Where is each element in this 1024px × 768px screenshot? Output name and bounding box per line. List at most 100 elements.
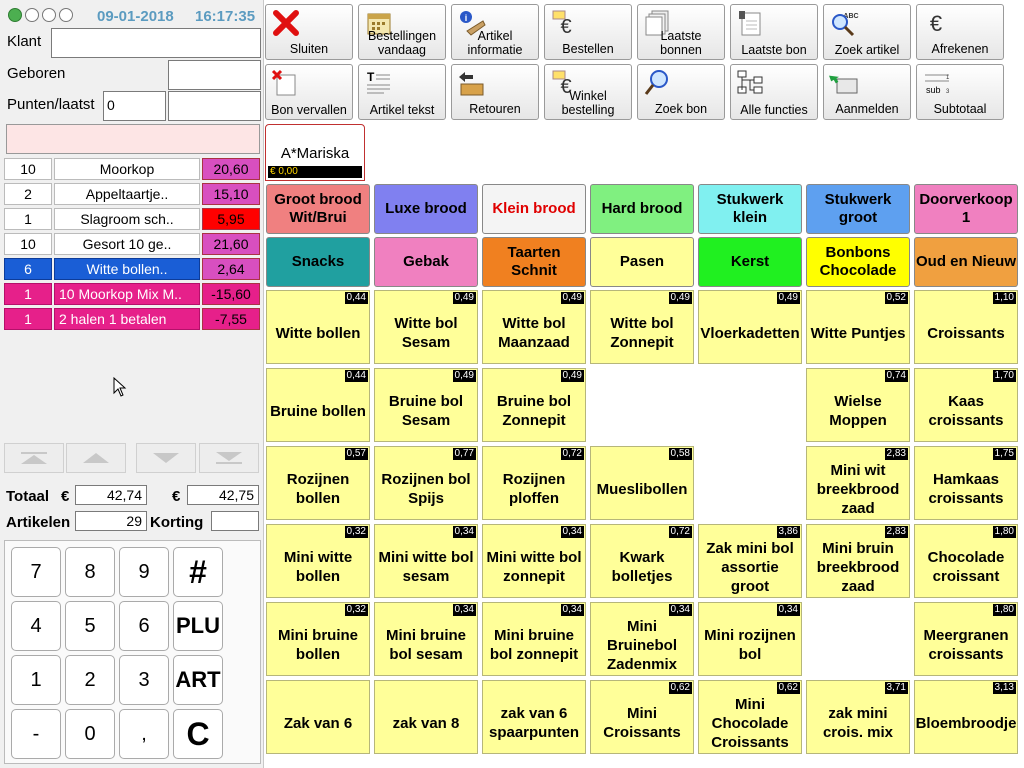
- digit-6-key[interactable]: 6: [119, 601, 169, 651]
- product-button[interactable]: 0,49 Witte bol Sesam: [374, 290, 478, 364]
- ticket-row[interactable]: 10 Moorkop 20,60: [4, 158, 260, 180]
- toolbar-afrekenen-button[interactable]: € Afrekenen: [916, 4, 1004, 60]
- art-key[interactable]: ART: [173, 655, 223, 705]
- digit-3-key[interactable]: 3: [119, 655, 169, 705]
- product-button[interactable]: Zak van 6: [266, 680, 370, 754]
- category-button[interactable]: Pasen: [590, 237, 694, 287]
- klant-field[interactable]: [51, 28, 261, 58]
- product-button[interactable]: 0,62 Mini Chocolade Croissants: [698, 680, 802, 754]
- ticket-row[interactable]: 10 Gesort 10 ge.. 21,60: [4, 233, 260, 255]
- product-button[interactable]: 1,10 Croissants: [914, 290, 1018, 364]
- toolbar-bestellen-button[interactable]: € Bestellen: [544, 4, 632, 60]
- product-button[interactable]: 0,34 Mini witte bol zonnepit: [482, 524, 586, 598]
- category-button[interactable]: Doorverkoop 1: [914, 184, 1018, 234]
- product-button[interactable]: 0,32 Mini witte bollen: [266, 524, 370, 598]
- digit-2-key[interactable]: 2: [65, 655, 115, 705]
- product-button[interactable]: 0,49 Vloerkadetten: [698, 290, 802, 364]
- minus-key[interactable]: -: [11, 709, 61, 759]
- digit-8-key[interactable]: 8: [65, 547, 115, 597]
- toolbar-artikel-informatie-button[interactable]: i Artikel informatie: [451, 4, 539, 60]
- product-button[interactable]: 2,83 Mini bruin breekbrood zaad: [806, 524, 910, 598]
- category-button[interactable]: Snacks: [266, 237, 370, 287]
- product-button[interactable]: 2,83 Mini wit breekbrood zaad: [806, 446, 910, 520]
- employee-tab[interactable]: A*Mariska € 0,00: [265, 124, 365, 181]
- comma-key[interactable]: ,: [119, 709, 169, 759]
- clear-key[interactable]: C: [173, 709, 223, 759]
- toolbar-zoek-bon-button[interactable]: Zoek bon: [637, 64, 725, 120]
- product-button[interactable]: 0,34 Mini bruine bol zonnepit: [482, 602, 586, 676]
- product-button[interactable]: 0,32 Mini bruine bollen: [266, 602, 370, 676]
- toolbar-retouren-button[interactable]: Retouren: [451, 64, 539, 120]
- product-button[interactable]: 1,80 Chocolade croissant: [914, 524, 1018, 598]
- product-button[interactable]: 0,44 Witte bollen: [266, 290, 370, 364]
- scroll-down-button[interactable]: [136, 443, 196, 473]
- category-button[interactable]: Groot brood Wit/Brui: [266, 184, 370, 234]
- ticket-row[interactable]: 12 halen 1 betalen -7,55: [4, 308, 260, 330]
- scroll-up-button[interactable]: [66, 443, 126, 473]
- toolbar-laatste-bonnen-button[interactable]: Laatste bonnen: [637, 4, 725, 60]
- toolbar-alle-functies-button[interactable]: Alle functies: [730, 64, 818, 120]
- category-button[interactable]: Kerst: [698, 237, 802, 287]
- product-button[interactable]: zak van 8: [374, 680, 478, 754]
- category-button[interactable]: Stukwerk klein: [698, 184, 802, 234]
- digit-7-key[interactable]: 7: [11, 547, 61, 597]
- ticket-row[interactable]: 2 Appeltaartje.. 15,10: [4, 183, 260, 205]
- product-button[interactable]: 0,34 Mini rozijnen bol: [698, 602, 802, 676]
- laatst-field[interactable]: [168, 91, 261, 121]
- toolbar-aanmelden-button[interactable]: Aanmelden: [823, 64, 911, 120]
- digit-4-key[interactable]: 4: [11, 601, 61, 651]
- category-button[interactable]: Gebak: [374, 237, 478, 287]
- category-button[interactable]: Bonbons Chocolade: [806, 237, 910, 287]
- scroll-top-button[interactable]: [4, 443, 64, 473]
- product-button[interactable]: 0,72 Kwark bolletjes: [590, 524, 694, 598]
- category-button[interactable]: Klein brood: [482, 184, 586, 234]
- ticket-row[interactable]: 1 10 Moorkop Mix M.. -15,60: [4, 283, 260, 305]
- product-button[interactable]: 0,74 Wielse Moppen: [806, 368, 910, 442]
- product-button[interactable]: 3,13 Bloembroodje: [914, 680, 1018, 754]
- product-button[interactable]: 0,34 Mini Bruinebol Zadenmix: [590, 602, 694, 676]
- toolbar-bestellingen-vandaag-button[interactable]: Bestellingen vandaag: [358, 4, 446, 60]
- category-button[interactable]: Oud en Nieuw: [914, 237, 1018, 287]
- product-button[interactable]: 0,52 Witte Puntjes: [806, 290, 910, 364]
- product-button[interactable]: 0,72 Rozijnen ploffen: [482, 446, 586, 520]
- toolbar-winkel-bestelling-button[interactable]: € Winkel bestelling: [544, 64, 632, 120]
- product-button[interactable]: 0,34 Mini witte bol sesam: [374, 524, 478, 598]
- digit-1-key[interactable]: 1: [11, 655, 61, 705]
- scroll-bottom-button[interactable]: [199, 443, 259, 473]
- product-button[interactable]: 0,49 Witte bol Zonnepit: [590, 290, 694, 364]
- product-button[interactable]: 0,49 Bruine bol Sesam: [374, 368, 478, 442]
- geboren-field[interactable]: [168, 60, 261, 90]
- product-button[interactable]: 0,44 Bruine bollen: [266, 368, 370, 442]
- ticket-row[interactable]: 6 Witte bollen.. 2,64: [4, 258, 260, 280]
- punten-field[interactable]: 0: [103, 91, 166, 121]
- product-button[interactable]: 0,77 Rozijnen bol Spijs: [374, 446, 478, 520]
- product-button[interactable]: 1,80 Meergranen croissants: [914, 602, 1018, 676]
- product-button[interactable]: 1,75 Hamkaas croissants: [914, 446, 1018, 520]
- digit-9-key[interactable]: 9: [119, 547, 169, 597]
- toolbar-artikel-tekst-button[interactable]: T Artikel tekst: [358, 64, 446, 120]
- toolbar-subtotaal-button[interactable]: 1 sub 3 Subtotaal: [916, 64, 1004, 120]
- toolbar-sluiten-button[interactable]: Sluiten: [265, 4, 353, 60]
- digit-5-key[interactable]: 5: [65, 601, 115, 651]
- category-button[interactable]: Taarten Schnit: [482, 237, 586, 287]
- product-button[interactable]: 0,58 Mueslibollen: [590, 446, 694, 520]
- toolbar-bon-vervallen-button[interactable]: Bon vervallen: [265, 64, 353, 120]
- toolbar-laatste-bon-button[interactable]: Laatste bon: [730, 4, 818, 60]
- product-button[interactable]: zak van 6 spaarpunten: [482, 680, 586, 754]
- product-button[interactable]: 0,49 Witte bol Maanzaad: [482, 290, 586, 364]
- product-button[interactable]: 0,57 Rozijnen bollen: [266, 446, 370, 520]
- plu-key[interactable]: PLU: [173, 601, 223, 651]
- product-button[interactable]: 1,70 Kaas croissants: [914, 368, 1018, 442]
- toolbar-zoek-artikel-button[interactable]: ABC Zoek artikel: [823, 4, 911, 60]
- product-button[interactable]: 0,34 Mini bruine bol sesam: [374, 602, 478, 676]
- category-button[interactable]: Hard brood: [590, 184, 694, 234]
- category-button[interactable]: Luxe brood: [374, 184, 478, 234]
- hash-key[interactable]: #: [173, 547, 223, 597]
- product-button[interactable]: 0,62 Mini Croissants: [590, 680, 694, 754]
- product-button[interactable]: 3,71 zak mini crois. mix: [806, 680, 910, 754]
- product-button[interactable]: 3,86 Zak mini bol assortie groot: [698, 524, 802, 598]
- korting-value[interactable]: [211, 511, 259, 531]
- product-button[interactable]: 0,49 Bruine bol Zonnepit: [482, 368, 586, 442]
- ticket-row[interactable]: 1 Slagroom sch.. 5,95: [4, 208, 260, 230]
- category-button[interactable]: Stukwerk groot: [806, 184, 910, 234]
